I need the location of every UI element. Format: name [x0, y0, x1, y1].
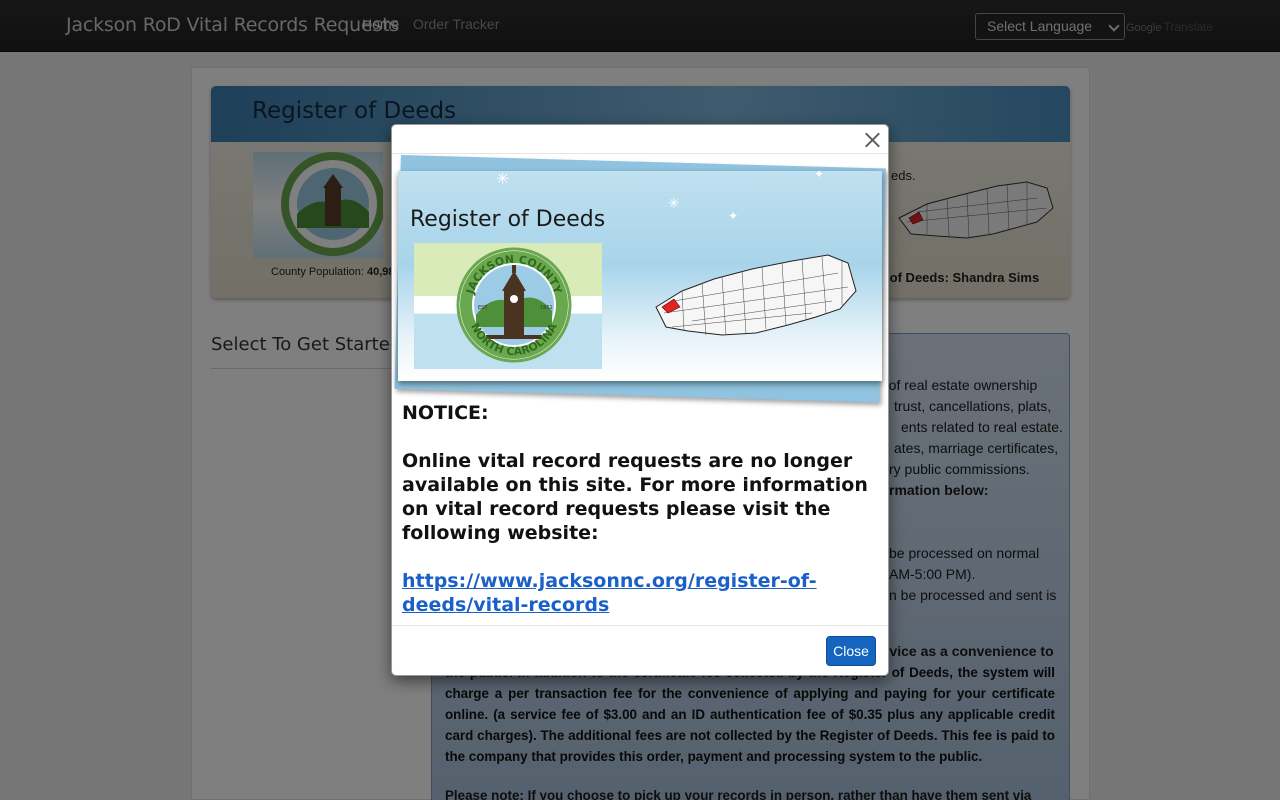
close-icon[interactable] [862, 130, 882, 150]
modal-banner: ✳ ✳ ✦ ✦ Register of Deeds JACKSON COUNTY… [394, 155, 886, 403]
banner-title: Register of Deeds [410, 207, 606, 232]
notice-heading: NOTICE: [402, 402, 489, 424]
snowflake-icon: ✦ [728, 209, 739, 223]
notice-message: Online vital record requests are no long… [402, 450, 868, 544]
close-button[interactable]: Close [826, 636, 876, 666]
snowflake-icon: ✦ [814, 171, 825, 181]
modal-body: NOTICE: Online vital record requests are… [402, 401, 872, 617]
seal-year: 1851 [540, 305, 553, 311]
nc-map-icon [655, 254, 857, 336]
seal-panel: JACKSON COUNTY NORTH CAROLINA EST 1851 [414, 243, 602, 369]
snowflake-icon: ✳ [668, 195, 680, 211]
snowflake-icon: ✳ [496, 171, 510, 188]
banner-image: ✳ ✳ ✦ ✦ Register of Deeds JACKSON COUNTY… [398, 171, 882, 381]
county-seal-icon: JACKSON COUNTY NORTH CAROLINA EST 1851 [456, 247, 572, 363]
seal-est: EST [478, 305, 488, 311]
notice-modal: ✳ ✳ ✦ ✦ Register of Deeds JACKSON COUNTY… [391, 124, 889, 676]
modal-footer: Close [392, 625, 888, 675]
modal-header [392, 125, 888, 154]
vital-records-link[interactable]: https://www.jacksonnc.org/register-of-de… [402, 569, 872, 617]
